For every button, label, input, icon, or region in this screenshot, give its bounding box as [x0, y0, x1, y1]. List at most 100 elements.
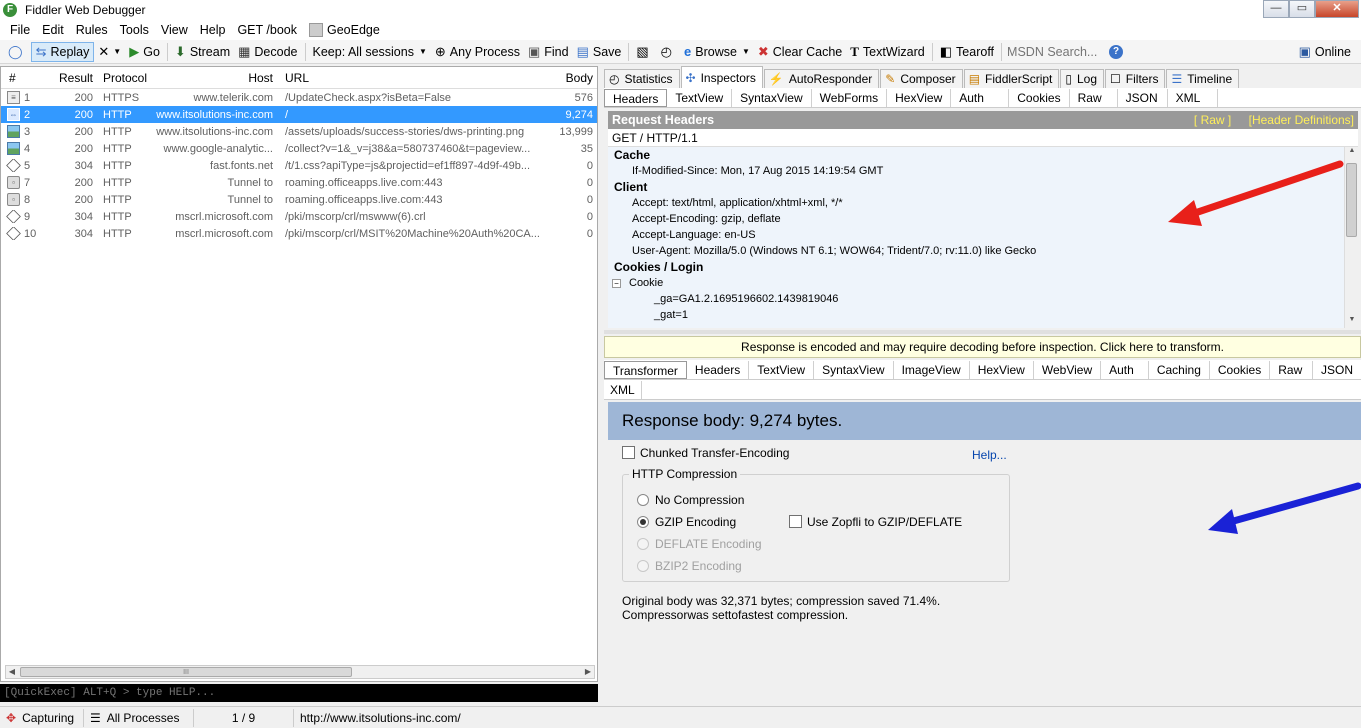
response-tab-headers[interactable]: Headers: [687, 360, 750, 379]
session-row[interactable]: ▫ 8 200 HTTP Tunnel to roaming.officeapps.liv…: [1, 191, 597, 208]
no-compression-radio[interactable]: No Compression: [637, 493, 744, 507]
column-header-host[interactable]: Host: [155, 71, 279, 85]
menu-help[interactable]: Help: [194, 23, 232, 37]
response-tab-imageview[interactable]: ImageView: [894, 360, 970, 379]
process-filter[interactable]: ☰ All Processes: [84, 708, 194, 727]
header-line[interactable]: _ga=GA1.2.1695196602.1439819046: [608, 291, 1358, 307]
column-header-num[interactable]: #: [1, 71, 51, 85]
response-tab-caching[interactable]: Caching: [1149, 360, 1210, 379]
session-row[interactable]: 5 304 HTTP fast.fonts.net/t/1.css?apiType=j…: [1, 157, 597, 174]
clear-cache-button[interactable]: ✖ Clear Cache: [754, 42, 846, 62]
scroll-down-arrow-icon[interactable]: ▼: [1345, 316, 1358, 328]
remove-button[interactable]: ✕ ▼: [94, 42, 125, 62]
replay-button[interactable]: ⇆ Replay: [30, 41, 95, 62]
header-line[interactable]: User-Agent: Mozilla/5.0 (Windows NT 6.1;…: [608, 243, 1358, 259]
chunked-transfer-checkbox[interactable]: Chunked Transfer-Encoding: [622, 446, 789, 460]
header-group-cookies-login[interactable]: Cookies / Login: [608, 259, 1358, 275]
raw-link[interactable]: [ Raw ]: [1194, 113, 1231, 127]
screenshot-button[interactable]: ▧: [632, 42, 656, 62]
tab-autoresponder[interactable]: ⚡ AutoResponder: [763, 69, 880, 88]
collapse-icon[interactable]: −: [612, 279, 621, 288]
response-tab-auth[interactable]: Auth: [1101, 360, 1149, 379]
column-header-protocol[interactable]: Protocol: [99, 71, 155, 85]
scroll-right-arrow-icon[interactable]: ▶: [582, 666, 594, 678]
help-link[interactable]: Help...: [972, 448, 1007, 462]
column-header-result[interactable]: Result: [51, 71, 99, 85]
menu-geoedge[interactable]: GeoEdge: [303, 23, 386, 37]
tab-inspectors[interactable]: ✣ Inspectors: [680, 66, 763, 88]
tab-composer[interactable]: ✎ Composer: [880, 69, 963, 88]
go-button[interactable]: ▶ Go: [125, 42, 164, 62]
request-tab-cookies[interactable]: Cookies: [1009, 88, 1070, 107]
session-row[interactable]: ▫ 7 200 HTTP Tunnel to roaming.officeapps.liv…: [1, 174, 597, 191]
maximize-button[interactable]: ▭: [1289, 0, 1315, 18]
session-row[interactable]: 10 304 HTTP mscrl.microsoft.com/pki/mscorp/…: [1, 225, 597, 242]
any-process-button[interactable]: ⊕ Any Process: [431, 42, 524, 62]
response-tab-textview[interactable]: TextView: [749, 360, 815, 379]
request-tab-xml[interactable]: XML: [1168, 88, 1218, 107]
request-tab-headers[interactable]: Headers: [604, 88, 668, 107]
browse-button[interactable]: e Browse ▼: [680, 42, 754, 62]
response-tab-raw[interactable]: Raw: [1270, 360, 1313, 379]
response-tab-webview[interactable]: WebView: [1034, 360, 1102, 379]
tab-filters[interactable]: ☐ Filters: [1105, 69, 1166, 88]
decode-button[interactable]: ▦ Decode: [234, 42, 301, 62]
textwizard-button[interactable]: T TextWizard: [846, 42, 929, 62]
comment-button[interactable]: ◯: [4, 42, 31, 62]
session-row[interactable]: 9 304 HTTP mscrl.microsoft.com/pki/mscorp/c…: [1, 208, 597, 225]
gzip-encoding-radio[interactable]: GZIP Encoding: [637, 515, 736, 529]
quickexec-input[interactable]: [0, 684, 598, 702]
header-line[interactable]: _gat=1: [608, 307, 1358, 323]
tab-fiddlerscript[interactable]: ▤ FiddlerScript: [963, 69, 1060, 88]
session-row-selected[interactable]: ⇔ 2 200 HTTP www.itsolutions-inc.com / 9,274: [1, 106, 597, 123]
close-button[interactable]: ✕: [1315, 0, 1359, 18]
minimize-button[interactable]: —: [1263, 0, 1289, 18]
request-tab-textview[interactable]: TextView: [667, 88, 733, 107]
session-row[interactable]: 3 200 HTTP www.itsolutions-inc.com/assets/u…: [1, 123, 597, 140]
chevron-down-icon: ▼: [741, 47, 750, 56]
response-tab-json[interactable]: JSON: [1313, 361, 1361, 379]
stream-button[interactable]: ⬇ Stream: [171, 42, 234, 62]
request-tab-raw[interactable]: Raw: [1070, 88, 1118, 107]
tab-timeline[interactable]: ☰ Timeline: [1166, 69, 1240, 88]
pane-splitter[interactable]: [604, 330, 1361, 334]
response-tab-xml[interactable]: XML: [604, 380, 642, 399]
help-button[interactable]: ?: [1105, 42, 1127, 62]
request-tab-json[interactable]: JSON: [1118, 88, 1168, 107]
menu-tools[interactable]: Tools: [114, 23, 155, 37]
msdn-search-input[interactable]: [1005, 42, 1102, 61]
scroll-left-arrow-icon[interactable]: ◀: [6, 666, 18, 678]
menu-view[interactable]: View: [155, 23, 194, 37]
find-button[interactable]: ▣ Find: [524, 42, 573, 62]
response-tab-hexview[interactable]: HexView: [970, 360, 1034, 379]
online-indicator[interactable]: ▣ Online: [1295, 42, 1355, 62]
response-tab-transformer[interactable]: Transformer: [604, 360, 687, 379]
capturing-indicator[interactable]: ✥ Capturing: [0, 708, 84, 727]
save-button[interactable]: ▤ Save: [573, 42, 626, 62]
session-row[interactable]: ≡ 1 200 HTTPS www.telerik.com/UpdateCheck.as…: [1, 89, 597, 106]
zopfli-checkbox[interactable]: Use Zopfli to GZIP/DEFLATE: [789, 515, 962, 529]
tab-statistics[interactable]: ◴ Statistics: [604, 69, 680, 88]
request-tab-auth[interactable]: Auth: [951, 88, 1010, 107]
request-tab-webforms[interactable]: WebForms: [812, 88, 888, 107]
column-header-body[interactable]: Body: [539, 71, 597, 85]
menu-edit[interactable]: Edit: [36, 23, 70, 37]
sessions-horizontal-scrollbar[interactable]: ◀ III ▶: [5, 665, 595, 679]
encoded-response-notice[interactable]: Response is encoded and may require deco…: [604, 336, 1361, 358]
timer-button[interactable]: ◴: [657, 42, 680, 62]
tab-log[interactable]: ▯ Log: [1060, 69, 1105, 88]
response-tab-syntaxview[interactable]: SyntaxView: [814, 360, 894, 379]
scrollbar-thumb[interactable]: III: [20, 667, 352, 677]
header-definitions-link[interactable]: [Header Definitions]: [1249, 113, 1354, 127]
menu-rules[interactable]: Rules: [70, 23, 114, 37]
request-tab-hexview[interactable]: HexView: [887, 88, 952, 107]
menu-file[interactable]: File: [4, 23, 36, 37]
response-tab-cookies[interactable]: Cookies: [1210, 360, 1271, 379]
cookie-node[interactable]: − Cookie: [608, 275, 1358, 291]
menu-get-book[interactable]: GET /book: [231, 23, 303, 37]
keep-sessions-dropdown[interactable]: Keep: All sessions ▼: [309, 42, 431, 62]
session-row[interactable]: 4 200 HTTP www.google-analytic... /collect?v…: [1, 140, 597, 157]
tearoff-button[interactable]: ◧ Tearoff: [936, 42, 998, 62]
request-tab-syntaxview[interactable]: SyntaxView: [732, 88, 812, 107]
column-header-url[interactable]: URL: [279, 71, 539, 85]
